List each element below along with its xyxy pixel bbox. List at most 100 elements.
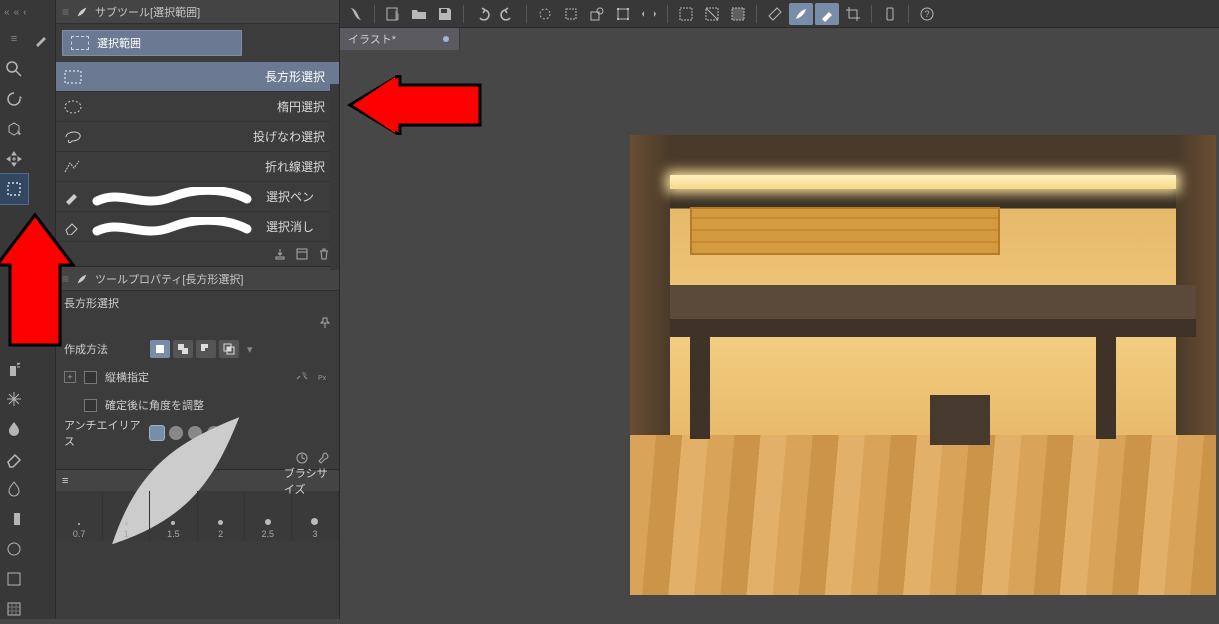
panel-menu-icon[interactable]: ≡: [62, 272, 69, 286]
help-icon[interactable]: ?: [915, 3, 939, 25]
subtool-footer: [56, 242, 339, 266]
panel-menu-icon[interactable]: ≡: [62, 5, 69, 19]
bounds-icon[interactable]: [559, 3, 583, 25]
left-rail: « « ‹ ≡: [0, 0, 56, 619]
panel-menu-icon[interactable]: ≡: [62, 475, 68, 487]
redo-icon[interactable]: [496, 3, 520, 25]
rotate-view-icon[interactable]: [0, 84, 28, 114]
subtool-item-rect[interactable]: 長方形選択: [56, 62, 339, 92]
transform-icon[interactable]: [611, 3, 635, 25]
object-tool-icon[interactable]: [0, 114, 28, 144]
mode-add-button[interactable]: [173, 340, 193, 358]
brush-preset[interactable]: 0.7: [56, 491, 103, 541]
panel-stack: ≡ サブツール[選択範囲] 選択範囲 長方形選択 楕円選択 投げなわ選択 折れ線…: [56, 0, 340, 619]
subtool-header-icon: [75, 5, 89, 19]
eraser-tool-icon[interactable]: [0, 444, 28, 474]
save-icon[interactable]: [433, 3, 457, 25]
move-tool-icon[interactable]: [0, 144, 28, 174]
brushsize-header[interactable]: ≡ ブラシサイズ: [56, 469, 339, 491]
sel-b-icon[interactable]: [700, 3, 724, 25]
svg-text:?: ?: [924, 9, 929, 19]
subtool-category-tab[interactable]: 選択範囲: [62, 30, 242, 56]
tool-menu-icon[interactable]: ≡: [0, 24, 28, 54]
aspect-ratio-icon[interactable]: %: [295, 370, 309, 384]
subtool-item-eraser[interactable]: 選択消し: [56, 212, 339, 242]
subtool-item-ellipse[interactable]: 楕円選択: [56, 92, 339, 122]
brush-presets: 0.7 1 1.5 2 2.5 3: [56, 491, 339, 541]
wrench-icon[interactable]: [317, 451, 331, 465]
delete-subtool-icon[interactable]: [317, 247, 331, 261]
pen-b-icon[interactable]: [815, 3, 839, 25]
collapse-left-icon[interactable]: «: [4, 7, 10, 18]
brush-preset[interactable]: 3: [292, 491, 339, 541]
blend-tool-icon[interactable]: [0, 414, 28, 444]
unsaved-dot-icon: [443, 36, 449, 42]
aspect-px-icon[interactable]: Px: [317, 370, 331, 384]
subtool-scrollbar[interactable]: [330, 84, 339, 270]
selection-eraser-icon: [62, 218, 84, 236]
tablet-icon[interactable]: [878, 3, 902, 25]
prop-label: 作成方法: [64, 341, 142, 357]
collapse-left2-icon[interactable]: «: [14, 7, 20, 18]
gradient-tool-icon[interactable]: [0, 504, 28, 534]
tool-column: ≡: [0, 24, 56, 619]
magnify-tool-icon[interactable]: [0, 54, 28, 84]
canvas-area[interactable]: [340, 50, 1219, 619]
subtool-item-polyline[interactable]: 折れ線選択: [56, 152, 339, 182]
sel-a-icon[interactable]: [674, 3, 698, 25]
open-icon[interactable]: [407, 3, 431, 25]
subtool-item-label: 長方形選択: [92, 68, 331, 85]
flip-icon[interactable]: [637, 3, 661, 25]
collapse-back-icon[interactable]: ‹: [23, 7, 26, 18]
ruler-tool-icon[interactable]: [0, 594, 28, 624]
svg-text:%: %: [302, 372, 307, 378]
rect-marquee-icon: [62, 68, 84, 86]
ruler-icon[interactable]: [763, 3, 787, 25]
shape-icon[interactable]: [585, 3, 609, 25]
prop-row-creation: 作成方法 ▾: [56, 335, 339, 363]
undo-icon[interactable]: [470, 3, 494, 25]
crop-icon[interactable]: [841, 3, 865, 25]
decoration-tool-icon[interactable]: [0, 384, 28, 414]
frame-tool-icon[interactable]: [0, 564, 28, 594]
loading-icon[interactable]: [533, 3, 557, 25]
toolprop-header-icon: [75, 272, 89, 286]
creation-mode-group: [150, 340, 239, 358]
export-subtool-icon[interactable]: [273, 247, 287, 261]
pin-icon[interactable]: [319, 317, 331, 329]
sel-c-icon[interactable]: [726, 3, 750, 25]
brush-preview-stroke: [92, 217, 252, 237]
brush-preset[interactable]: 1.5: [150, 491, 197, 541]
pen-a-icon[interactable]: [789, 3, 813, 25]
fill-tool-icon[interactable]: [0, 474, 28, 504]
brushsize-header-icon: [74, 379, 277, 582]
figure-circle-icon[interactable]: [0, 534, 28, 564]
brush-preset[interactable]: 2: [198, 491, 245, 541]
polyline-icon: [62, 158, 84, 176]
selection-pen-icon: [62, 188, 84, 206]
subtool-item-pen[interactable]: 選択ペン: [56, 182, 339, 212]
subtool-item-lasso[interactable]: 投げなわ選択: [56, 122, 339, 152]
top-toolbar: ?: [340, 0, 1219, 28]
mode-intersect-button[interactable]: [219, 340, 239, 358]
new-canvas-icon[interactable]: [381, 3, 405, 25]
reset-prop-icon[interactable]: [295, 451, 309, 465]
mode-new-button[interactable]: [150, 340, 170, 358]
document-tab[interactable]: イラスト*: [340, 28, 460, 50]
brush-tool-icon[interactable]: [28, 24, 56, 54]
brush-preset[interactable]: 1: [103, 491, 150, 541]
brush-preset[interactable]: 2.5: [245, 491, 292, 541]
subtool-item-label: 投げなわ選択: [92, 128, 331, 145]
mode-sub-button[interactable]: [196, 340, 216, 358]
subtool-panel-header[interactable]: ≡ サブツール[選択範囲]: [56, 0, 339, 24]
subtool-list: 長方形選択 楕円選択 投げなわ選択 折れ線選択 選択ペン 選択消し: [56, 62, 339, 242]
brush-preview-stroke: [92, 187, 252, 207]
spray-tool-icon[interactable]: [0, 354, 28, 384]
marquee-tool-icon[interactable]: [0, 174, 28, 204]
toolprop-header[interactable]: ≡ ツールプロパティ[長方形選択]: [56, 267, 339, 291]
document-tabbar: イラスト*: [340, 28, 1219, 50]
rail-collapse[interactable]: « « ‹: [0, 0, 55, 24]
subtool-category-label: 選択範囲: [97, 35, 141, 51]
new-subtool-icon[interactable]: [295, 247, 309, 261]
app-logo-icon[interactable]: [344, 3, 368, 25]
